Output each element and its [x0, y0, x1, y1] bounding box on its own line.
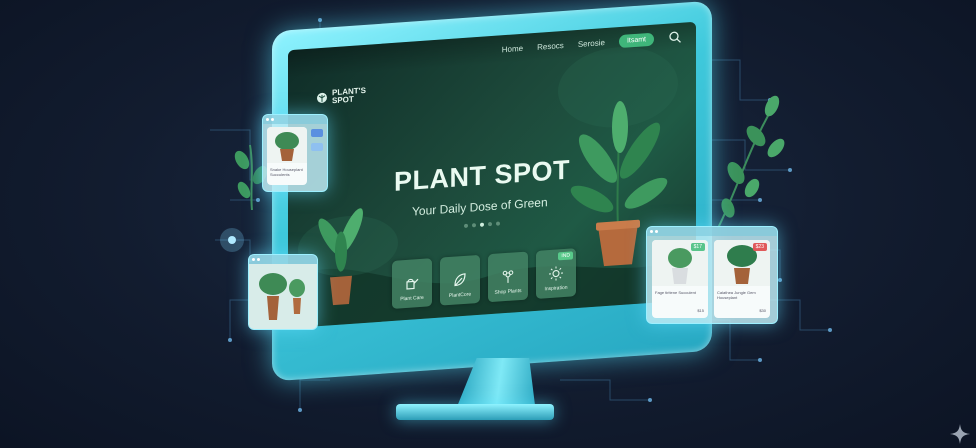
carousel-dot[interactable] [464, 223, 468, 228]
mini-tag[interactable] [311, 129, 323, 137]
flower-icon [502, 270, 514, 283]
product-price: $15 [697, 308, 704, 313]
leaf-vine-right-icon [717, 95, 785, 228]
mini-tag[interactable] [311, 143, 323, 151]
floating-panel-top-left[interactable]: Snake Houseplant Succulents [262, 114, 328, 192]
carousel-dot[interactable] [488, 222, 492, 227]
potted-plant-thumbnail [267, 127, 307, 163]
product-name: Calathea Jungle Gem Houseplant [717, 290, 756, 300]
feature-card-plantcore[interactable]: PlantCore [440, 254, 480, 306]
watering-can-icon [406, 278, 419, 290]
sparkle-icon [950, 424, 970, 444]
carousel-dot-active[interactable] [480, 222, 484, 227]
website-screen: Home Resocs Serosie Itsamt PLANT'S SPOT … [288, 21, 696, 329]
floating-panel-bottom-left[interactable] [248, 254, 318, 330]
monitor-stand-base [396, 404, 554, 420]
monitor: Home Resocs Serosie Itsamt PLANT'S SPOT … [272, 0, 712, 382]
nav-link-resources[interactable]: Resocs [537, 40, 564, 51]
feature-card-plant-care[interactable]: Plant Care [392, 258, 432, 309]
plant-logo-icon [317, 92, 327, 103]
product-price-badge: $23 [752, 243, 767, 251]
product-card[interactable]: $17 Fage tiritene Succulent $15 [652, 240, 708, 318]
nav-link-services[interactable]: Serosie [578, 38, 605, 49]
mini-product-card[interactable]: Snake Houseplant Succulents [267, 127, 307, 185]
product-price-badge: $17 [690, 243, 705, 251]
nav-link-home[interactable]: Home [502, 43, 523, 53]
mini-product-caption: Snake Houseplant Succulents [270, 167, 303, 177]
feature-card-label: PlantCore [448, 291, 472, 300]
search-icon[interactable] [668, 30, 682, 45]
sun-icon [549, 266, 563, 281]
product-price: $30 [759, 308, 766, 313]
panel-titlebar [647, 227, 777, 236]
logo-text: PLANT'S SPOT [332, 86, 366, 105]
feature-card-label: Plant Care [400, 294, 424, 303]
product-name: Fage tiritene Succulent [655, 290, 696, 295]
carousel-dot[interactable] [472, 223, 476, 228]
panel-titlebar [249, 255, 317, 264]
card-badge: IND [558, 251, 573, 261]
panel-titlebar [263, 115, 327, 124]
product-card[interactable]: $23 Calathea Jungle Gem Houseplant $30 [714, 240, 770, 318]
potted-plants-photo [249, 264, 317, 329]
carousel-dot[interactable] [496, 221, 500, 226]
feature-card-inspiration[interactable]: IND Inspiration [536, 248, 576, 299]
leaf-icon [454, 273, 466, 287]
feature-card-shop-plants[interactable]: Shop Plants [488, 251, 528, 303]
small-potted-plant-image [318, 208, 363, 306]
nav-cta-button[interactable]: Itsamt [618, 32, 654, 48]
feature-card-label: Shop Plants [494, 287, 522, 296]
feature-card-label: Inspiration [544, 284, 568, 293]
floating-panel-right[interactable]: $17 Fage tiritene Succulent $15 $23 Cala… [646, 226, 778, 324]
